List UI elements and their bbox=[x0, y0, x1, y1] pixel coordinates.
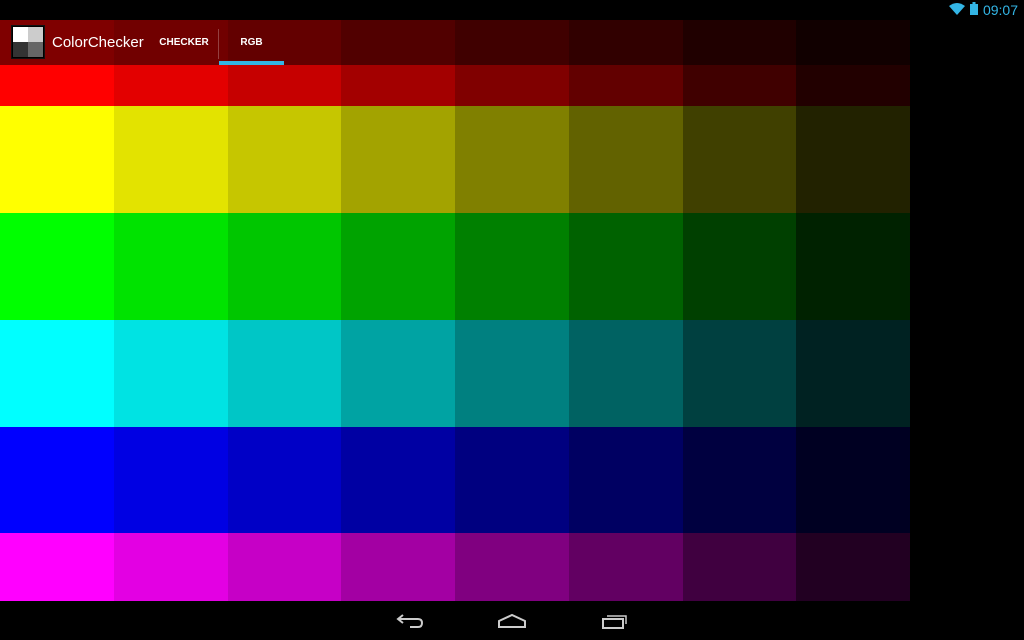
color-swatch-green bbox=[568, 213, 683, 320]
color-swatch-blue bbox=[568, 427, 683, 533]
color-swatch-blue bbox=[796, 427, 910, 533]
color-swatch-blue bbox=[113, 427, 228, 533]
color-swatch-green bbox=[682, 213, 797, 320]
color-swatch-green bbox=[0, 213, 114, 320]
color-swatch-green bbox=[227, 213, 342, 320]
color-swatch-blue bbox=[0, 427, 114, 533]
wifi-icon bbox=[948, 2, 965, 18]
color-swatch-cyan bbox=[455, 320, 569, 427]
color-swatch-blue bbox=[455, 427, 569, 533]
color-swatch-magenta bbox=[227, 533, 342, 601]
color-swatch-green bbox=[796, 213, 910, 320]
tab-selected-indicator bbox=[219, 61, 284, 65]
color-swatch-yellow bbox=[227, 106, 342, 213]
app-title: ColorChecker bbox=[52, 34, 144, 51]
color-swatch-cyan bbox=[0, 320, 114, 427]
clock: 09:07 bbox=[982, 2, 1018, 18]
color-swatch-blue bbox=[341, 427, 455, 533]
color-swatch-cyan bbox=[568, 320, 683, 427]
color-swatch-cyan bbox=[113, 320, 228, 427]
color-swatch-cyan bbox=[796, 320, 910, 427]
tab-label: CHECKER bbox=[159, 37, 209, 48]
color-swatch-green bbox=[455, 213, 569, 320]
battery-icon bbox=[969, 2, 978, 18]
color-swatch-magenta bbox=[113, 533, 228, 601]
color-swatch-magenta bbox=[682, 533, 797, 601]
recent-apps-icon bbox=[602, 615, 627, 629]
color-swatch-magenta bbox=[0, 533, 114, 601]
recent-apps-button[interactable] bbox=[595, 609, 635, 633]
color-swatch-magenta bbox=[455, 533, 569, 601]
color-swatch-green bbox=[341, 213, 455, 320]
color-swatch-magenta bbox=[341, 533, 455, 601]
back-icon bbox=[396, 614, 424, 628]
color-swatch-magenta bbox=[796, 533, 910, 601]
navigation-bar bbox=[0, 601, 1024, 640]
color-swatch-yellow bbox=[341, 106, 455, 213]
back-button[interactable] bbox=[390, 609, 430, 633]
color-swatch-yellow bbox=[568, 106, 683, 213]
color-swatch-cyan bbox=[682, 320, 797, 427]
home-icon bbox=[498, 613, 526, 628]
app-logo-icon bbox=[11, 25, 45, 59]
color-swatch-blue bbox=[227, 427, 342, 533]
tab-checker[interactable]: CHECKER bbox=[150, 20, 218, 65]
color-swatch-yellow bbox=[113, 106, 228, 213]
color-swatch-yellow bbox=[0, 106, 114, 213]
color-swatch-cyan bbox=[341, 320, 455, 427]
home-button[interactable] bbox=[492, 609, 532, 633]
color-swatch-cyan bbox=[227, 320, 342, 427]
color-swatch-yellow bbox=[455, 106, 569, 213]
color-swatch-yellow bbox=[682, 106, 797, 213]
color-swatch-magenta bbox=[568, 533, 683, 601]
rgb-color-grid bbox=[0, 0, 910, 601]
tab-label: RGB bbox=[240, 37, 263, 48]
action-bar: ColorChecker CHECKER RGB bbox=[0, 20, 910, 65]
tab-rgb[interactable]: RGB bbox=[219, 20, 284, 65]
status-bar: 09:07 bbox=[0, 0, 1024, 20]
color-swatch-green bbox=[113, 213, 228, 320]
color-swatch-yellow bbox=[796, 106, 910, 213]
color-swatch-blue bbox=[682, 427, 797, 533]
